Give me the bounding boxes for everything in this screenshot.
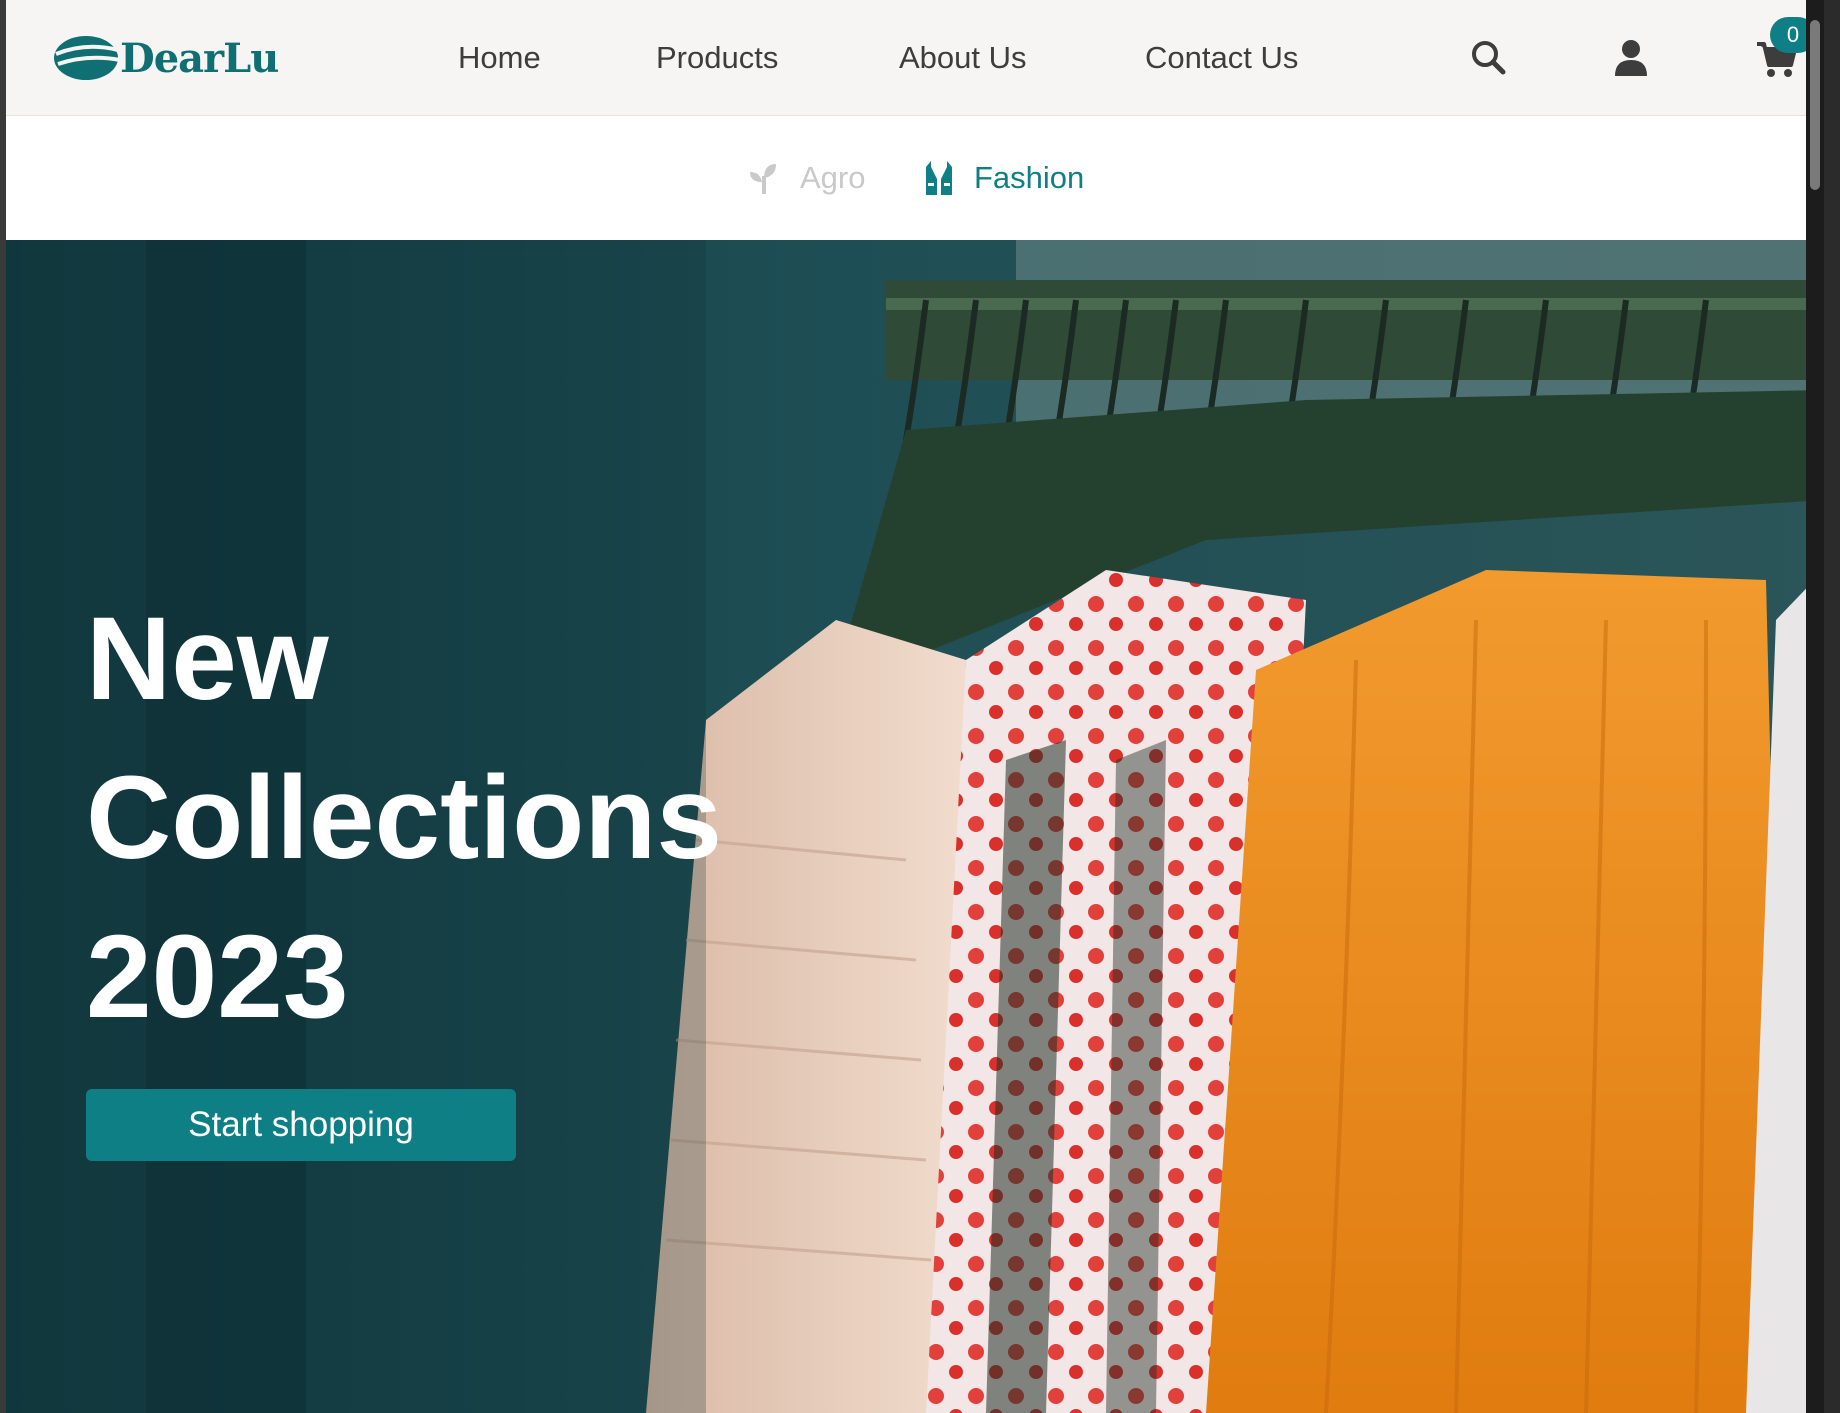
nav-contact-us[interactable]: Contact Us [1145, 36, 1298, 80]
scrollbar[interactable] [1806, 0, 1824, 1413]
sprout-icon [750, 164, 776, 194]
nav-products[interactable]: Products [656, 36, 778, 80]
hero-title: New Collections 2023 [86, 580, 786, 1057]
hero-title-line-2: Collections [86, 752, 722, 884]
vest-icon [926, 161, 952, 195]
main-nav: Home Products About Us Contact Us [6, 36, 1824, 80]
category-fashion-label: Fashion [974, 160, 1085, 195]
nav-home[interactable]: Home [458, 36, 541, 80]
scrollbar-thumb[interactable] [1810, 20, 1820, 190]
hero-title-line-1: New [86, 593, 329, 725]
site-header: DearLu Home Products About Us Contact Us… [6, 0, 1824, 116]
category-fashion[interactable]: Fashion [922, 156, 1084, 200]
category-agro[interactable]: Agro [746, 156, 865, 200]
category-agro-label: Agro [800, 160, 866, 195]
browser-viewport: DearLu Home Products About Us Contact Us… [6, 0, 1824, 1413]
hero-banner: New Collections 2023 Start shopping [6, 240, 1824, 1413]
search-icon[interactable] [1467, 36, 1511, 80]
user-icon[interactable] [1609, 36, 1653, 80]
start-shopping-button[interactable]: Start shopping [86, 1089, 516, 1161]
category-switcher: Agro Fashion [6, 116, 1824, 240]
hero-title-line-3: 2023 [86, 911, 349, 1043]
nav-about-us[interactable]: About Us [899, 36, 1027, 80]
